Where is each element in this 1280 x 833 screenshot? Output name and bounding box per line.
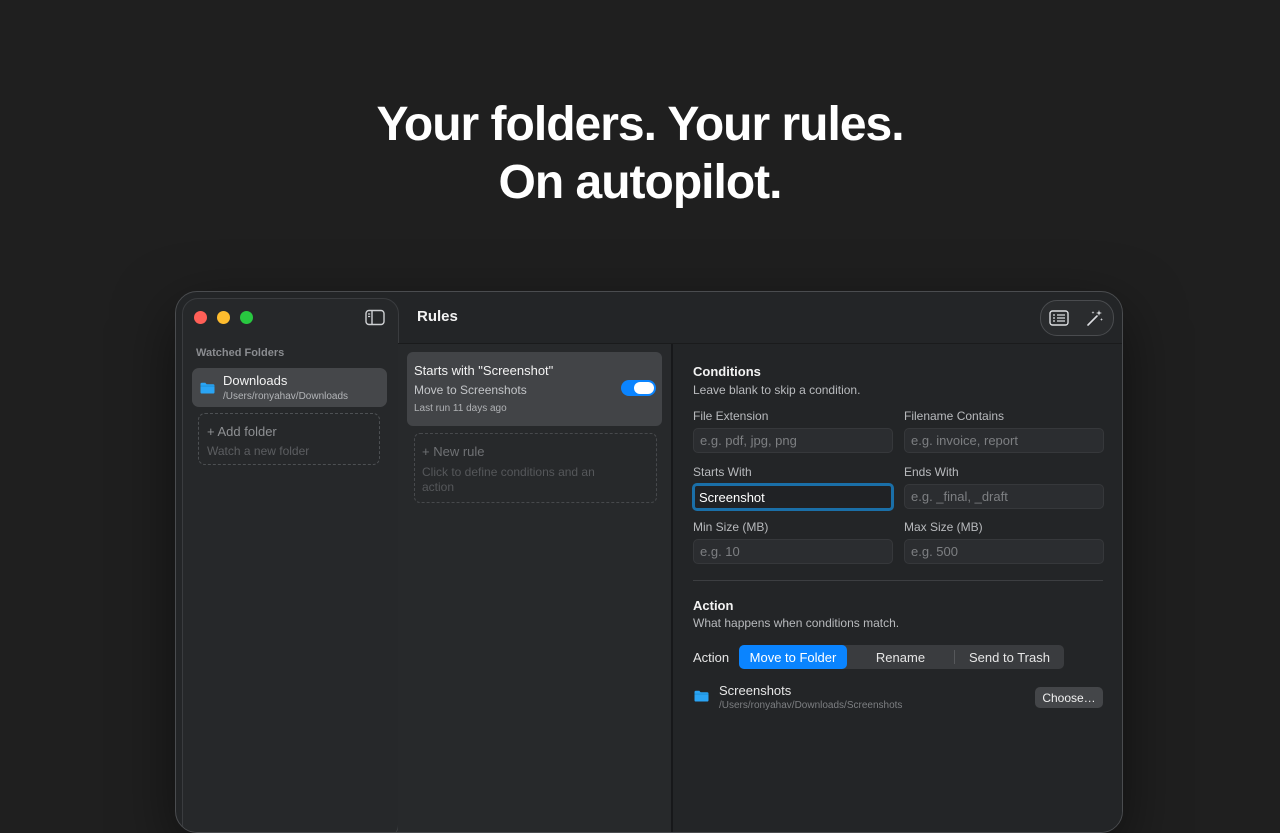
file-extension-label: File Extension xyxy=(693,409,769,423)
rule-last-run: Last run 11 days ago xyxy=(414,403,507,414)
action-segmented-control: Move to Folder Rename Send to Trash xyxy=(739,645,1064,669)
destination-folder-name: Screenshots xyxy=(719,683,792,698)
watched-folders-label: Watched Folders xyxy=(196,347,285,359)
file-extension-field[interactable] xyxy=(693,428,893,453)
hero-line-2: On autopilot. xyxy=(498,156,783,209)
minimize-window-button[interactable] xyxy=(217,311,230,324)
segment-send-to-trash[interactable]: Send to Trash xyxy=(955,645,1064,669)
rule-item[interactable]: Starts with "Screenshot" Move to Screens… xyxy=(407,352,662,426)
starts-with-label: Starts With xyxy=(693,465,752,479)
toggle-knob xyxy=(634,382,654,394)
page-title: Rules xyxy=(417,308,458,325)
hero-line-1: Your folders. Your rules. xyxy=(376,98,904,151)
rules-list: Starts with "Screenshot" Move to Screens… xyxy=(398,344,671,832)
magic-wand-icon[interactable] xyxy=(1084,308,1106,328)
min-size-field[interactable] xyxy=(693,539,893,564)
toolbar-button-group xyxy=(1040,300,1114,336)
folder-path: /Users/ronyahav/Downloads xyxy=(223,391,349,402)
action-heading: Action xyxy=(693,598,734,613)
action-picker-label: Action xyxy=(693,650,730,665)
rules-list-icon[interactable] xyxy=(1048,308,1070,328)
conditions-subtitle: Leave blank to skip a condition. xyxy=(693,383,861,397)
new-rule-button[interactable]: + New rule Click to define conditions an… xyxy=(414,433,657,503)
close-window-button[interactable] xyxy=(194,311,207,324)
ends-with-field[interactable] xyxy=(904,484,1104,509)
add-folder-button[interactable]: + Add folder Watch a new folder xyxy=(198,413,380,465)
new-rule-label: + New rule xyxy=(422,444,485,459)
add-folder-hint: Watch a new folder xyxy=(207,444,310,458)
zoom-window-button[interactable] xyxy=(240,311,253,324)
segment-move-to-folder[interactable]: Move to Folder xyxy=(739,645,847,669)
folder-name: Downloads xyxy=(223,373,288,388)
ends-with-label: Ends With xyxy=(904,465,959,479)
segment-rename[interactable]: Rename xyxy=(847,645,954,669)
sidebar-toggle-icon[interactable] xyxy=(365,309,385,326)
sidebar: Watched Folders Downloads /Users/ronyaha… xyxy=(182,298,399,832)
rule-title: Starts with "Screenshot" xyxy=(414,363,554,378)
rule-editor: Conditions Leave blank to skip a conditi… xyxy=(673,344,1122,832)
folder-icon xyxy=(200,381,215,394)
app-window: Watched Folders Downloads /Users/ronyaha… xyxy=(175,291,1123,833)
max-size-field[interactable] xyxy=(904,539,1104,564)
filename-contains-label: Filename Contains xyxy=(904,409,1005,423)
hero-headline: Your folders. Your rules. On autopilot. xyxy=(0,96,1280,212)
new-rule-hint: Click to define conditions and an action xyxy=(422,465,595,494)
window-controls xyxy=(194,311,253,324)
choose-folder-button[interactable]: Choose… xyxy=(1035,687,1103,708)
conditions-heading: Conditions xyxy=(693,364,761,379)
add-folder-label: + Add folder xyxy=(207,424,277,439)
rule-enabled-toggle[interactable] xyxy=(621,380,656,396)
filename-contains-field[interactable] xyxy=(904,428,1104,453)
section-divider xyxy=(693,580,1103,581)
min-size-label: Min Size (MB) xyxy=(693,520,769,534)
sidebar-item-downloads[interactable]: Downloads /Users/ronyahav/Downloads xyxy=(192,368,387,407)
rule-action-summary: Move to Screenshots xyxy=(414,383,527,397)
action-subtitle: What happens when conditions match. xyxy=(693,616,900,630)
destination-folder-path: /Users/ronyahav/Downloads/Screenshots xyxy=(719,700,903,711)
starts-with-field[interactable] xyxy=(692,483,894,511)
folder-icon xyxy=(694,689,709,702)
max-size-label: Max Size (MB) xyxy=(904,520,983,534)
